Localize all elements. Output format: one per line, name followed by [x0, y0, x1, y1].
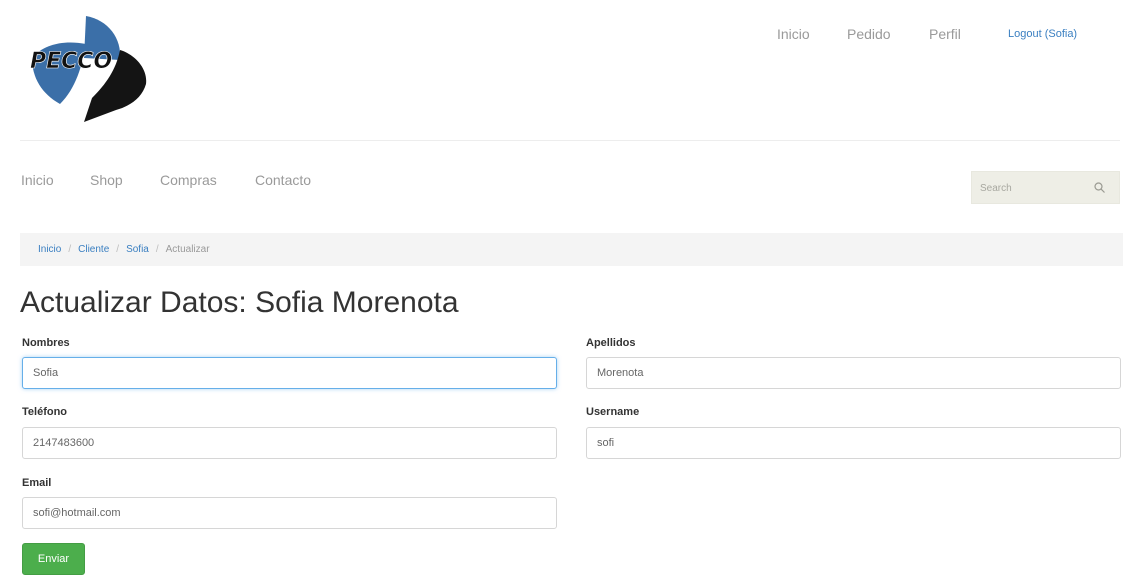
- top-nav-inicio[interactable]: Inicio: [777, 26, 810, 42]
- telefono-field[interactable]: [22, 427, 557, 459]
- breadcrumb-sofia[interactable]: Sofia: [126, 244, 149, 255]
- username-field[interactable]: [586, 427, 1121, 459]
- top-nav-pedido[interactable]: Pedido: [847, 26, 891, 42]
- logout-link[interactable]: Logout (Sofia): [1008, 28, 1077, 40]
- breadcrumb-separator: /: [68, 244, 72, 255]
- breadcrumb-inicio[interactable]: Inicio: [38, 244, 61, 255]
- page-title: Actualizar Datos: Sofia Morenota: [20, 286, 459, 319]
- search-icon[interactable]: [1093, 181, 1107, 195]
- nombres-field[interactable]: [22, 357, 557, 389]
- email-field[interactable]: [22, 497, 557, 529]
- breadcrumb-current: Actualizar: [165, 244, 210, 255]
- apellidos-label: Apellidos: [586, 337, 636, 349]
- top-nav: Inicio Pedido Perfil Logout (Sofia): [0, 26, 1139, 50]
- main-nav: Inicio Shop Compras Contacto: [0, 172, 700, 196]
- username-label: Username: [586, 406, 640, 418]
- main-nav-shop[interactable]: Shop: [90, 172, 123, 188]
- logo-text: PECCO: [30, 49, 112, 74]
- main-nav-inicio[interactable]: Inicio: [21, 172, 54, 188]
- telefono-label: Teléfono: [22, 406, 68, 418]
- apellidos-field[interactable]: [586, 357, 1121, 389]
- breadcrumb: Inicio / Cliente / Sofia / Actualizar: [20, 233, 1123, 266]
- search-box: [971, 171, 1120, 204]
- top-nav-perfil[interactable]: Perfil: [929, 26, 961, 42]
- header-divider: [20, 140, 1120, 141]
- submit-button[interactable]: Enviar: [22, 543, 85, 575]
- breadcrumb-separator: /: [155, 244, 159, 255]
- search-input[interactable]: [980, 180, 1090, 196]
- nombres-label: Nombres: [22, 337, 70, 349]
- breadcrumb-cliente[interactable]: Cliente: [78, 244, 109, 255]
- main-nav-compras[interactable]: Compras: [160, 172, 217, 188]
- email-label: Email: [22, 477, 52, 489]
- breadcrumb-separator: /: [116, 244, 120, 255]
- main-nav-contacto[interactable]: Contacto: [255, 172, 311, 188]
